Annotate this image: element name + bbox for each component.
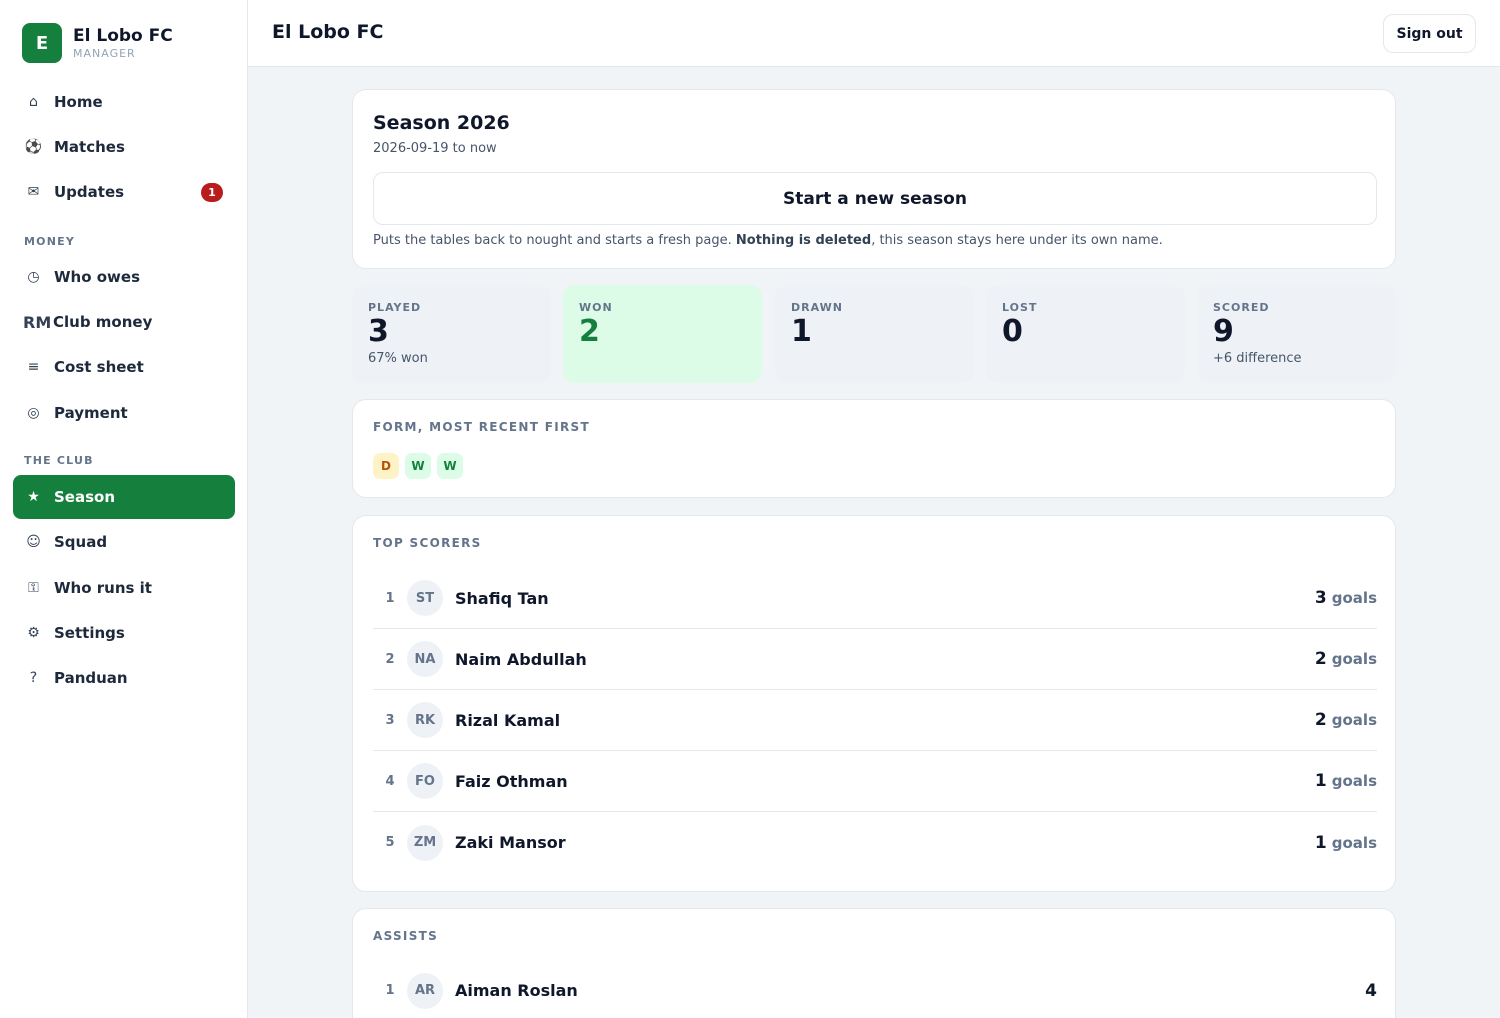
sidebar-item-label: Squad: [54, 533, 108, 551]
target-icon: ◎: [27, 405, 40, 421]
sidebar-item-settings[interactable]: ⚙ Settings: [13, 611, 235, 655]
sidebar-item-label: Payment: [54, 404, 128, 422]
goal-count: 2 goals: [1314, 710, 1377, 730]
sign-out-button[interactable]: Sign out: [1383, 14, 1476, 53]
smile-icon: ☺: [26, 534, 41, 550]
table-row[interactable]: 1 ST Shafiq Tan 3 goals: [373, 568, 1377, 629]
top-scorers-label: TOP SCORERS: [373, 536, 482, 550]
stat-scored: SCORED 9 +6 difference: [1197, 285, 1396, 383]
sidebar-item-label: Home: [54, 93, 103, 111]
avatar: AR: [407, 972, 443, 1009]
gear-icon: ⚙: [27, 625, 40, 641]
sidebar-item-label: Who owes: [54, 268, 141, 286]
sidebar-item-label: Club money: [53, 313, 153, 331]
goal-count: 3 goals: [1314, 588, 1377, 608]
avatar: NA: [407, 641, 443, 677]
page-title: El Lobo FC: [272, 21, 384, 43]
brand: E El Lobo FC MANAGER: [22, 23, 173, 63]
mail-icon: ✉: [27, 184, 40, 200]
season-card: Season 2026 2026-09-19 to now Start a ne…: [352, 89, 1396, 269]
player-name: Naim Abdullah: [455, 649, 587, 669]
updates-count-badge: 1: [201, 183, 223, 202]
club-name: El Lobo FC: [73, 26, 173, 46]
form-card: FORM, MOST RECENT FIRST D W W: [352, 399, 1396, 498]
sidebar-item-label: Panduan: [54, 669, 128, 687]
currency-rm-icon: RM: [23, 312, 52, 332]
clock-icon: ◷: [27, 269, 40, 285]
sidebar-item-label: Updates: [54, 183, 125, 201]
sidebar-item-matches[interactable]: ⚽ Matches: [13, 125, 235, 169]
goal-count: 1 goals: [1314, 771, 1377, 791]
key-icon: ⚿: [28, 580, 39, 596]
goal-count: 2 goals: [1314, 649, 1377, 669]
table-row[interactable]: 1 AR Aiman Roslan 4: [373, 960, 1377, 1018]
star-icon: ★: [27, 489, 40, 505]
sidebar-item-squad[interactable]: ☺ Squad: [13, 520, 235, 564]
top-scorers-card: TOP SCORERS 1 ST Shafiq Tan 3 goals 2 NA …: [352, 515, 1396, 892]
table-row[interactable]: 2 NA Naim Abdullah 2 goals: [373, 629, 1377, 690]
form-result-win: W: [437, 453, 463, 479]
season-date-range: 2026-09-19 to now: [373, 141, 497, 156]
table-row[interactable]: 3 RK Rizal Kamal 2 goals: [373, 690, 1377, 751]
stat-lost: LOST 0: [986, 285, 1185, 383]
sidebar-item-season[interactable]: ★ Season: [13, 475, 235, 519]
assist-count: 4: [1365, 980, 1377, 1001]
stat-played: PLAYED 3 67% won: [352, 285, 551, 383]
sidebar-item-panduan[interactable]: ? Panduan: [13, 656, 235, 700]
sidebar-item-label: Who runs it: [54, 579, 152, 597]
season-note: Puts the tables back to nought and start…: [373, 233, 1163, 248]
home-icon: ⌂: [29, 94, 38, 110]
player-name: Rizal Kamal: [455, 710, 561, 730]
sidebar-item-updates[interactable]: ✉ Updates 1: [13, 170, 235, 214]
player-name: Faiz Othman: [455, 771, 568, 791]
sidebar-item-label: Matches: [54, 138, 125, 156]
sidebar: E El Lobo FC MANAGER ⌂ Home ⚽ Matches ✉ …: [0, 0, 248, 1018]
form-result-win: W: [405, 453, 431, 479]
table-row[interactable]: 4 FO Faiz Othman 1 goals: [373, 751, 1377, 812]
user-role: MANAGER: [73, 47, 136, 60]
assists-card: ASSISTS 1 AR Aiman Roslan 4: [352, 908, 1396, 1018]
table-row[interactable]: 5 ZM Zaki Mansor 1 goals: [373, 812, 1377, 873]
stat-drawn: DRAWN 1: [775, 285, 974, 383]
nav-section-the-club: THE CLUB: [24, 454, 94, 467]
avatar: FO: [407, 763, 443, 799]
player-name: Zaki Mansor: [455, 833, 566, 852]
stat-won: WON 2: [563, 285, 762, 383]
avatar: ST: [407, 580, 443, 616]
football-icon: ⚽: [24, 139, 43, 155]
sidebar-item-who-runs-it[interactable]: ⚿ Who runs it: [13, 566, 235, 610]
sidebar-item-who-owes[interactable]: ◷ Who owes: [13, 255, 235, 299]
assists-label: ASSISTS: [373, 929, 439, 943]
sidebar-item-label: Cost sheet: [54, 358, 144, 376]
sidebar-item-payment[interactable]: ◎ Payment: [13, 391, 235, 435]
player-name: Shafiq Tan: [455, 588, 549, 608]
form-label: FORM, MOST RECENT FIRST: [373, 420, 590, 434]
avatar: ZM: [407, 824, 443, 861]
start-new-season-button[interactable]: Start a new season: [373, 172, 1377, 225]
club-logo: E: [22, 23, 62, 63]
season-title: Season 2026: [373, 112, 510, 134]
top-bar: El Lobo FC Sign out: [248, 0, 1500, 67]
nav-section-money: MONEY: [24, 235, 75, 248]
list-icon: ≡: [27, 359, 40, 375]
sidebar-item-home[interactable]: ⌂ Home: [13, 80, 235, 124]
help-icon: ?: [29, 670, 38, 686]
sidebar-item-club-money[interactable]: RM Club money: [13, 300, 235, 344]
avatar: RK: [407, 702, 443, 738]
sidebar-item-label: Settings: [54, 624, 125, 642]
form-result-draw: D: [373, 453, 399, 479]
sidebar-item-label: Season: [54, 488, 116, 506]
goal-count: 1 goals: [1314, 832, 1377, 853]
form-results: D W W: [373, 453, 469, 479]
player-name: Aiman Roslan: [455, 981, 578, 1000]
sidebar-item-cost-sheet[interactable]: ≡ Cost sheet: [13, 345, 235, 389]
